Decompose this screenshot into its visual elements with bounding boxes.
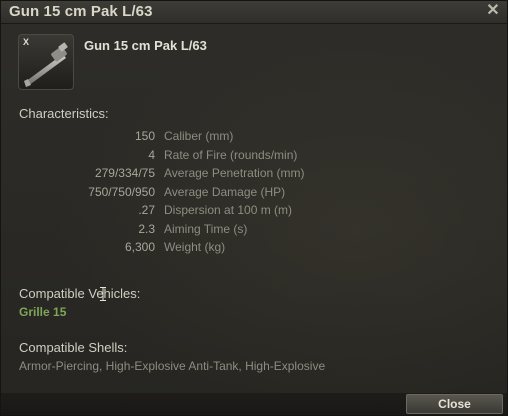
compatible-vehicles-heading: Compatible Vehicles: (19, 286, 141, 301)
stat-label: Weight (kg) (164, 240, 226, 254)
stat-row: 4 Rate of Fire (rounds/min) (1, 148, 481, 166)
stat-label: Aiming Time (s) (164, 222, 248, 236)
stat-row: 6,300 Weight (kg) (1, 240, 481, 258)
stat-value: 279/334/75 (94, 166, 155, 180)
characteristics-heading: Characteristics: (19, 106, 109, 121)
window-title: Gun 15 cm Pak L/63 (9, 3, 153, 20)
compatible-shells-list: Armor-Piercing, High-Explosive Anti-Tank… (19, 359, 326, 373)
stat-label: Dispersion at 100 m (m) (164, 203, 293, 217)
module-info-window: Gun 15 cm Pak L/63 ✕ X Gun 15 cm Pak L/6… (0, 0, 508, 416)
gun-icon (24, 42, 68, 87)
title-bar[interactable]: Gun 15 cm Pak L/63 ✕ (1, 1, 507, 24)
close-icon[interactable]: ✕ (485, 1, 501, 21)
stat-row: 2.3 Aiming Time (s) (1, 222, 481, 240)
stat-value: 4 (148, 148, 155, 162)
stat-value: .27 (138, 203, 155, 217)
stat-label: Caliber (mm) (164, 129, 234, 143)
module-name: Gun 15 cm Pak L/63 (84, 38, 207, 53)
stat-row: 150 Caliber (mm) (1, 129, 481, 147)
close-button[interactable]: Close (406, 394, 503, 414)
stat-label: Rate of Fire (rounds/min) (164, 148, 298, 162)
stat-row: 279/334/75 Average Penetration (mm) (1, 166, 481, 184)
compatible-shells-heading: Compatible Shells: (19, 340, 128, 355)
module-thumbnail: X (18, 34, 74, 90)
stat-row: .27 Dispersion at 100 m (m) (1, 203, 481, 221)
stat-label: Average Damage (HP) (164, 185, 286, 199)
stat-label: Average Penetration (mm) (164, 166, 305, 180)
stat-value: 2.3 (138, 222, 155, 236)
stat-value: 750/750/950 (88, 185, 155, 199)
vehicle-link-grille-15[interactable]: Grille 15 (19, 305, 66, 319)
text-cursor-icon (100, 287, 106, 301)
stat-row: 750/750/950 Average Damage (HP) (1, 185, 481, 203)
stat-value: 6,300 (124, 240, 155, 254)
stat-value: 150 (134, 129, 155, 143)
